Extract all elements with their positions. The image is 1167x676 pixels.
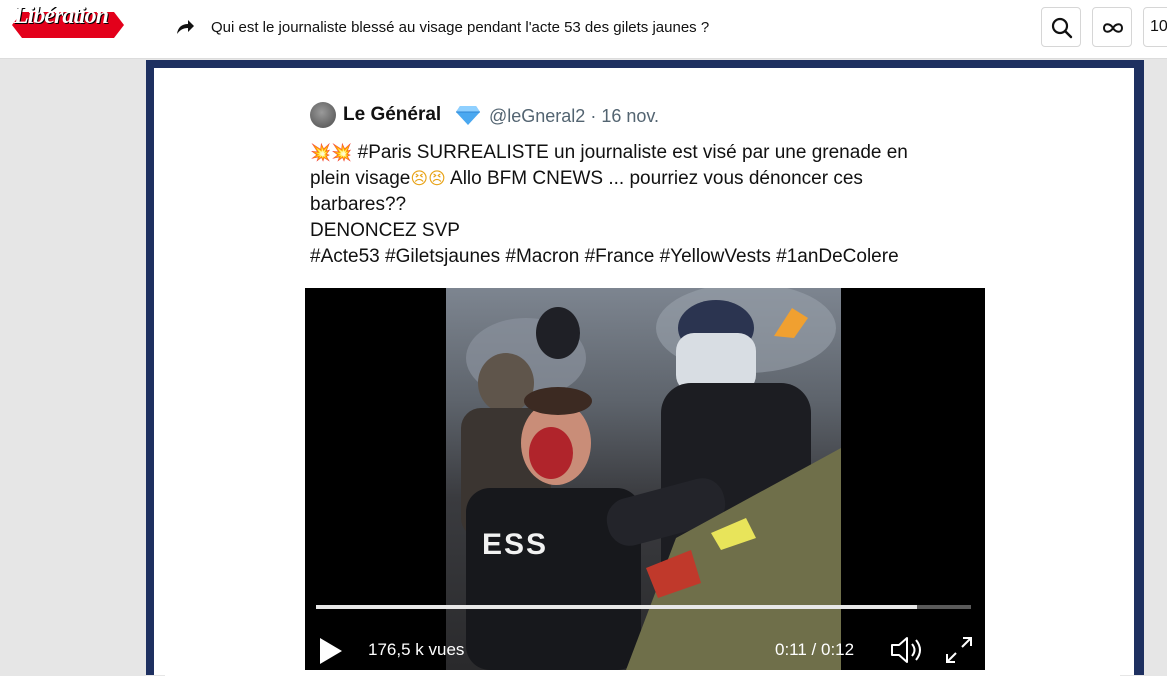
search-icon bbox=[1051, 17, 1073, 39]
tweet-line-2-text-b: Allo BFM CNEWS ... pourriez vous dénonce… bbox=[445, 168, 863, 189]
article-headline[interactable]: Qui est le journaliste blessé au visage … bbox=[211, 19, 709, 36]
tweet-hashtags[interactable]: #Acte53 #Giletsjaunes #Macron #France #Y… bbox=[310, 244, 1010, 270]
video-time: 0:11 / 0:12 bbox=[775, 640, 855, 659]
article-frame-left bbox=[146, 60, 154, 675]
infinity-icon bbox=[1102, 23, 1124, 33]
volume-icon[interactable] bbox=[889, 634, 925, 666]
collision-emoji: 💥💥 bbox=[310, 143, 353, 162]
video-view-count: 176,5 k vues bbox=[368, 640, 465, 659]
video-player[interactable]: ESS 176,5 k vues 0:11 / 0:12 bbox=[305, 288, 985, 670]
avatar[interactable] bbox=[310, 102, 336, 128]
press-vest-text: ESS bbox=[482, 528, 549, 561]
search-button[interactable] bbox=[1041, 7, 1081, 47]
tweet-line-2: plein visage😣😣 Allo BFM CNEWS ... pourri… bbox=[310, 166, 1010, 192]
tweet-text: 💥💥 #Paris SURREALISTE un journaliste est… bbox=[310, 140, 1010, 270]
tweet-line-3: barbares?? bbox=[310, 194, 407, 215]
article-frame-top bbox=[146, 60, 1144, 68]
video-progress-bar[interactable] bbox=[316, 605, 971, 609]
share-arrow-icon[interactable] bbox=[175, 18, 195, 36]
video-scene-image bbox=[461, 288, 841, 670]
partial-header-button[interactable]: 10 bbox=[1143, 7, 1167, 47]
video-watermark-icon bbox=[774, 308, 808, 338]
video-progress-fill bbox=[316, 605, 917, 609]
video-frame: ESS bbox=[446, 288, 841, 670]
diamond-badge-icon bbox=[456, 106, 480, 125]
tweet-author-name[interactable]: Le Général bbox=[343, 104, 441, 126]
site-header: Libération Qui est le journaliste blessé… bbox=[0, 0, 1167, 59]
tweet-line-1-text: #Paris SURREALISTE un journaliste est vi… bbox=[352, 142, 908, 163]
tweet-line-1: 💥💥 #Paris SURREALISTE un journaliste est… bbox=[310, 140, 1010, 166]
tweet-line-2-text-a: plein visage bbox=[310, 168, 411, 189]
tweet-handle-date[interactable]: @leGneral2 · 16 nov. bbox=[489, 106, 659, 127]
fullscreen-icon[interactable] bbox=[943, 634, 975, 666]
infinity-button[interactable] bbox=[1092, 7, 1132, 47]
play-icon[interactable] bbox=[318, 636, 344, 666]
logo-text: Libération bbox=[14, 3, 109, 29]
persevering-face-emoji: 😣😣 bbox=[410, 169, 446, 188]
article-frame-right bbox=[1134, 60, 1144, 675]
partial-button-text: 10 bbox=[1150, 18, 1167, 35]
tweet-line-4: DENONCEZ SVP bbox=[310, 220, 460, 241]
